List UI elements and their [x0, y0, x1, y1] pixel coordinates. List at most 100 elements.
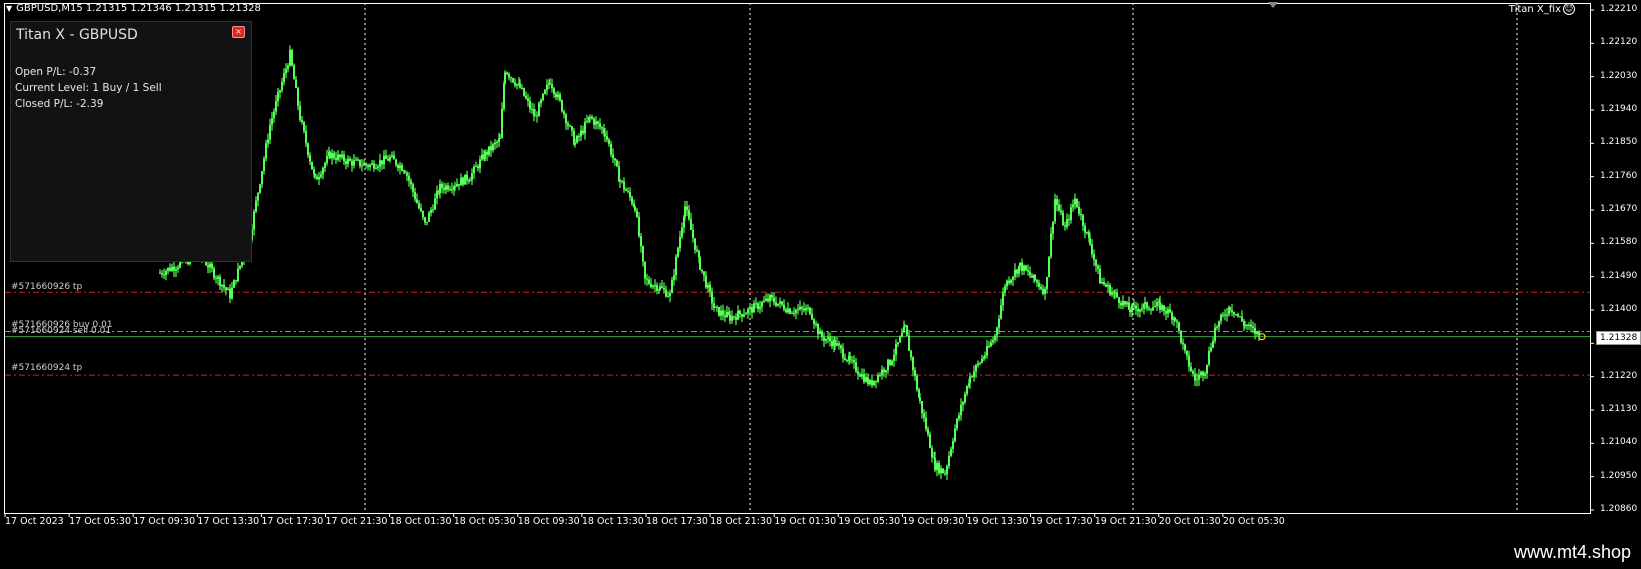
candle-body	[586, 120, 588, 123]
candle-body	[1111, 292, 1113, 295]
candle-body	[305, 131, 307, 144]
candle-body	[466, 174, 468, 181]
candle-body	[1004, 286, 1006, 293]
candle-body	[952, 440, 954, 449]
candle-body	[642, 246, 644, 262]
candle-body	[504, 72, 506, 84]
candle-body	[514, 82, 516, 86]
candle-body	[1103, 281, 1105, 285]
candle-body	[904, 325, 906, 327]
candle-body	[1023, 265, 1025, 272]
candle-body	[406, 172, 408, 176]
candle-body	[1161, 305, 1163, 310]
candle-body	[377, 166, 379, 168]
candle-body	[743, 314, 745, 317]
candle-body	[314, 173, 316, 177]
candle-body	[322, 167, 324, 175]
candle-body	[751, 307, 753, 313]
candle-body	[1036, 280, 1038, 283]
candle-body	[801, 306, 803, 309]
chart-window[interactable]: ▼ GBPUSD,M15 1.21315 1.21346 1.21315 1.21…	[0, 0, 1641, 537]
candle-body	[921, 401, 923, 414]
candle-body	[606, 135, 608, 140]
candle-body	[899, 336, 901, 343]
candle-body	[838, 343, 840, 346]
candle-body	[211, 263, 213, 269]
candle-body	[1190, 366, 1192, 372]
candle-body	[844, 357, 846, 360]
time-tick: 20 Oct 05:30	[1222, 516, 1285, 527]
candle-body	[365, 163, 367, 166]
candle-body	[737, 310, 739, 320]
candle-body	[724, 315, 726, 318]
candle-body	[1206, 364, 1208, 374]
candle-body	[703, 271, 705, 276]
candle-body	[1244, 324, 1246, 326]
collapse-triangle-icon[interactable]: ▼	[6, 4, 12, 13]
candle-body	[981, 358, 983, 363]
candle-body	[527, 98, 529, 101]
candle-body	[412, 184, 414, 192]
candle-body	[994, 335, 996, 341]
candle-body	[475, 166, 477, 168]
candle-body	[1012, 276, 1014, 280]
time-tick: 18 Oct 13:30	[581, 516, 644, 527]
candle-body	[263, 158, 265, 172]
candle-body	[1220, 315, 1222, 322]
candle-body	[759, 306, 761, 309]
candle-body	[988, 346, 990, 348]
candle-body	[629, 191, 631, 198]
candle-body	[430, 210, 432, 213]
candle-body	[1116, 292, 1118, 298]
candle-body	[353, 160, 355, 166]
candle-body	[303, 122, 305, 132]
candle-body	[326, 156, 328, 164]
candle-body	[1058, 204, 1060, 211]
candle-body	[1042, 288, 1044, 294]
expert-advisor-label[interactable]: Titan X_fix ☺	[1509, 3, 1575, 15]
candle-body	[671, 279, 673, 293]
candle-body	[1019, 262, 1021, 266]
candle-body	[1184, 344, 1186, 351]
candle-body	[1196, 379, 1198, 381]
candle-body	[519, 83, 521, 88]
candle-body	[729, 314, 731, 321]
candle-body	[827, 337, 829, 340]
candle-body	[1048, 256, 1050, 278]
candle-body	[320, 174, 322, 177]
candle-body	[1180, 330, 1182, 343]
candle-body	[1107, 285, 1109, 287]
candle-body	[673, 275, 675, 280]
candle-body	[329, 152, 331, 159]
candle-body	[640, 236, 642, 247]
candle-body	[1224, 314, 1226, 316]
candle-body	[1248, 324, 1250, 326]
chart-shift-marker[interactable]	[1268, 2, 1278, 8]
candle-body	[690, 219, 692, 230]
candle-body	[237, 268, 239, 282]
candle-body	[1114, 292, 1116, 294]
candle-body	[901, 332, 903, 337]
symbol-quote: GBPUSD,M15 1.21315 1.21346 1.21315 1.213…	[16, 3, 261, 14]
candle-body	[763, 300, 765, 303]
candle-body	[231, 287, 233, 299]
candle-body	[369, 164, 371, 167]
time-tick: 19 Oct 17:30	[1030, 516, 1093, 527]
candle-body	[159, 272, 161, 274]
candle-body	[265, 143, 267, 159]
candle-body	[979, 362, 981, 364]
candle-body	[791, 312, 793, 314]
candle-body	[775, 302, 777, 306]
candle-body	[863, 374, 865, 382]
chart-header: ▼ GBPUSD,M15 1.21315 1.21346 1.21315 1.21…	[6, 3, 261, 14]
price-tick: 1.21220	[1600, 370, 1638, 381]
candle-body	[716, 306, 718, 308]
candle-body	[614, 158, 616, 161]
close-icon[interactable]: ×	[232, 26, 245, 38]
candle-body	[307, 143, 309, 155]
candle-body	[675, 256, 677, 276]
candle-body	[958, 415, 960, 419]
candle-body	[291, 49, 293, 66]
candle-body	[849, 356, 851, 360]
candle-body	[992, 340, 994, 343]
